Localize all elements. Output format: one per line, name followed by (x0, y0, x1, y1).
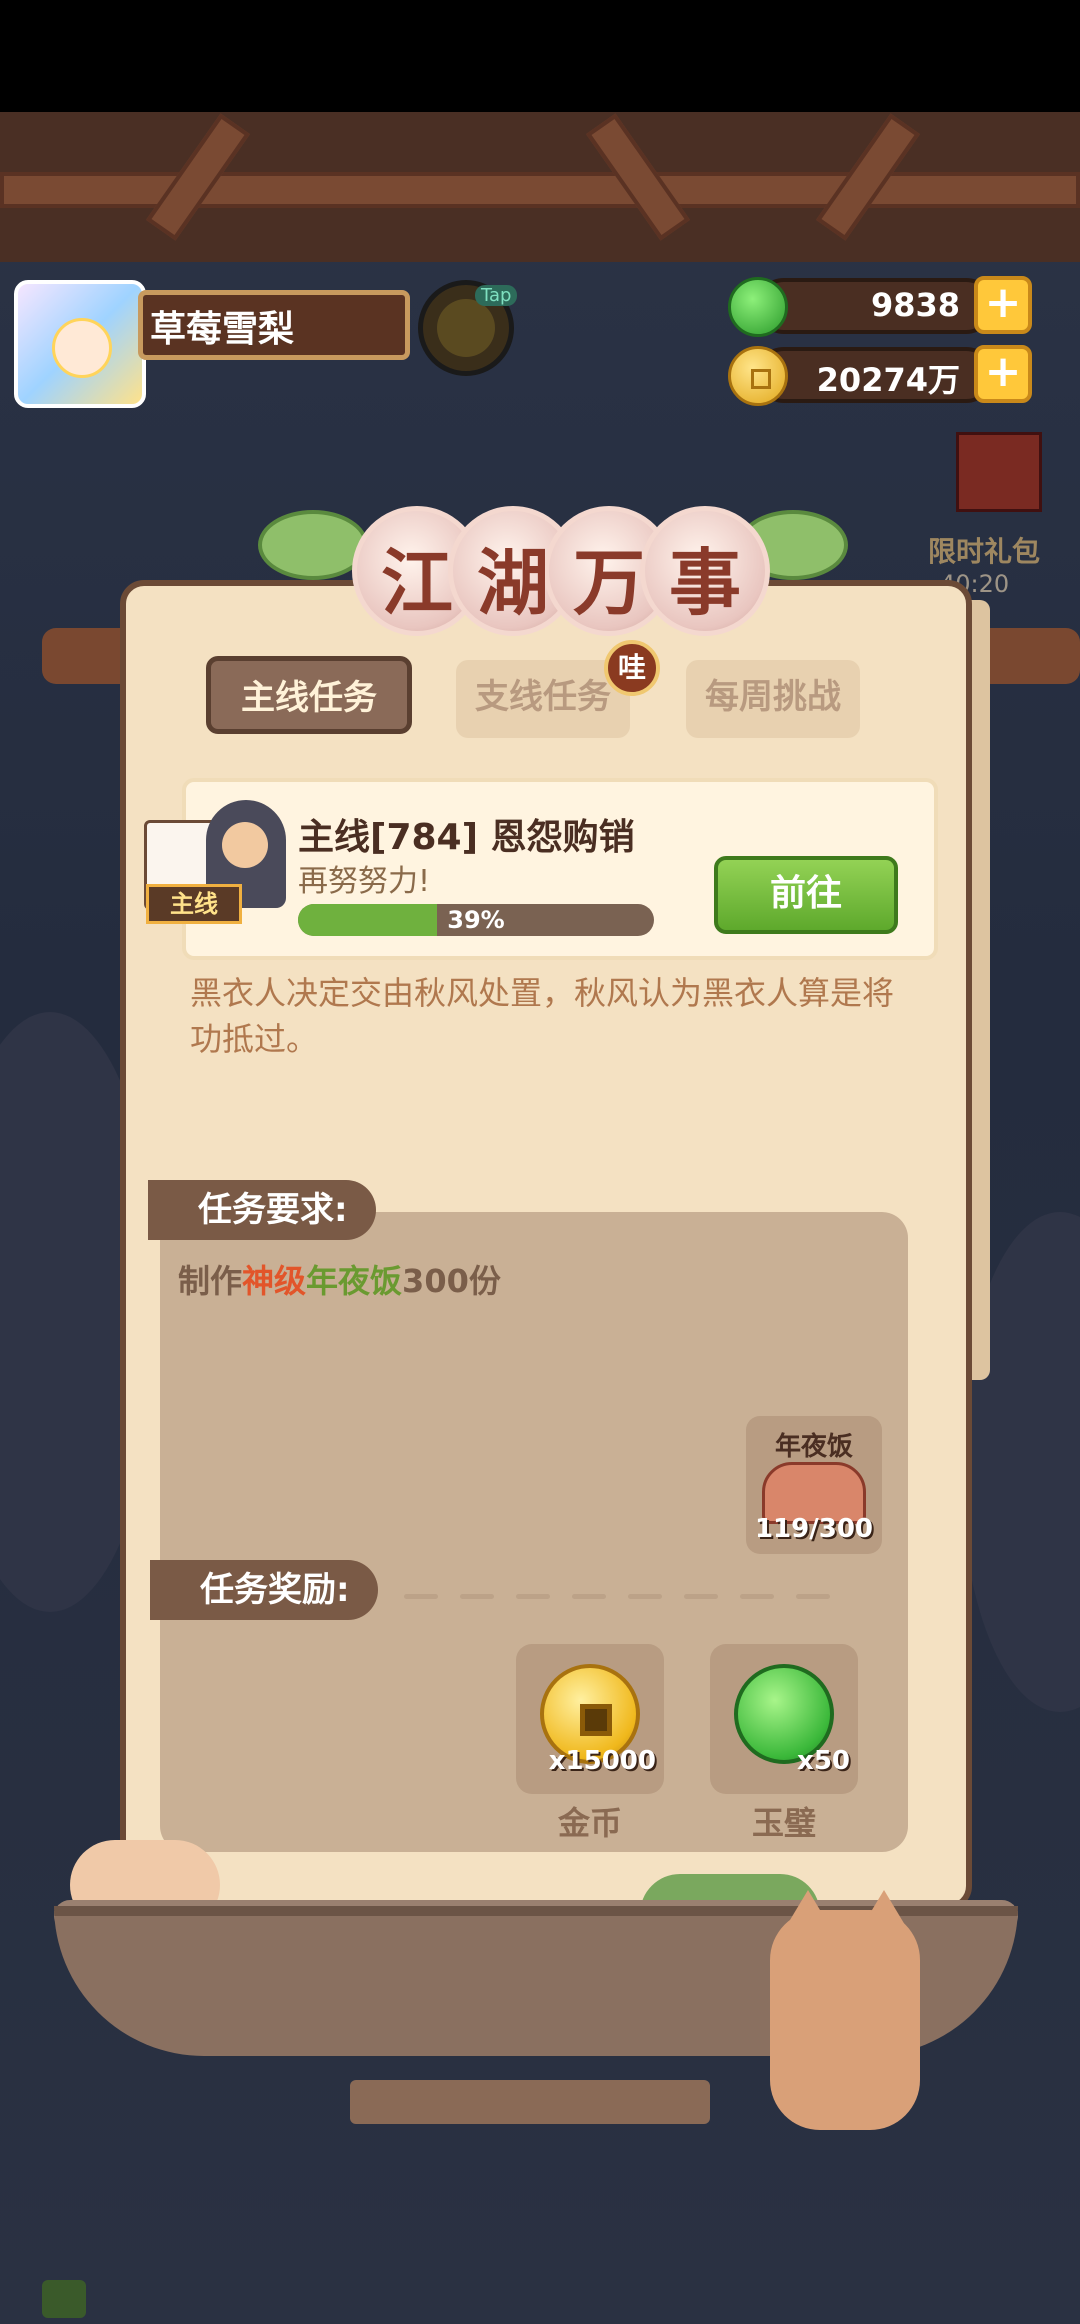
player-avatar[interactable] (14, 280, 146, 408)
gold-coin-icon (728, 346, 788, 406)
quest-progress-bar: 39% (298, 904, 654, 936)
bowl-base (350, 2080, 710, 2124)
tab-weekly-challenge[interactable]: 每周挑战 (686, 660, 860, 738)
avatar-face (52, 318, 112, 378)
reward-gold-amount: x15000 (548, 1746, 656, 1776)
title-char: 事 (668, 540, 741, 625)
required-item-slot[interactable]: 年夜饭 119/300 (746, 1416, 882, 1554)
hero-face (222, 822, 268, 868)
required-item-name: 年夜饭 (774, 1432, 853, 1462)
quest-progress-text: 39% (447, 906, 505, 934)
add-gold-button[interactable]: + (974, 345, 1032, 403)
tab-main-quest[interactable]: 主线任务 (206, 656, 412, 734)
divider-dash (572, 1594, 606, 1599)
divider-dash (628, 1594, 662, 1599)
tap-button-icon (437, 299, 495, 357)
req-quantity: 300份 (402, 1262, 501, 1300)
quest-subtitle: 再努努力! (298, 864, 431, 899)
new-badge: 哇 (604, 640, 660, 696)
jade-amount: 9838 (870, 286, 960, 324)
tap-label: Tap (475, 285, 518, 306)
player-name: 草莓雪梨 (150, 309, 295, 350)
reward-gold-name: 金币 (557, 1804, 622, 1842)
status-bar (0, 0, 1080, 112)
reward-jade-amount: x50 (797, 1746, 850, 1776)
panel-title: 江 湖 万 事 (258, 506, 822, 636)
tap-button[interactable]: Tap (418, 280, 518, 376)
add-jade-button[interactable]: + (974, 276, 1032, 334)
reward-heading: 任务奖励: (150, 1560, 378, 1620)
mainline-tag: 主线 (146, 884, 242, 924)
gift-box-icon (956, 432, 1042, 512)
divider-dash (460, 1594, 494, 1599)
req-verb: 制作 (178, 1262, 243, 1300)
cat-decoration (750, 1870, 930, 2130)
roof-beams (0, 112, 1080, 262)
req-item: 年夜饭 (306, 1262, 403, 1300)
divider-dash (516, 1594, 550, 1599)
req-quality: 神级 (242, 1262, 307, 1300)
reward-jade-slot[interactable]: x50 (710, 1644, 858, 1794)
divider-dash (740, 1594, 774, 1599)
cat-body (770, 1910, 920, 2130)
gold-amount: 20274万 (816, 361, 960, 399)
divider-dash (684, 1594, 718, 1599)
gift-label: 限时礼包 (928, 535, 1041, 568)
quest-title: 主线[784] 恩怨购销 (298, 817, 635, 858)
divider-dash (404, 1594, 438, 1599)
go-button[interactable]: 前往 (714, 856, 898, 934)
divider-dash (796, 1594, 830, 1599)
quest-description: 黑衣人决定交由秋风处置，秋风认为黑衣人算是将功抵过。 (190, 974, 895, 1058)
required-item-count: 119/300 (754, 1514, 874, 1544)
reward-jade-name: 玉璧 (751, 1804, 816, 1842)
requirement-text: 制作神级年夜饭300份 (178, 1256, 501, 1302)
jade-icon (728, 277, 788, 337)
requirement-heading: 任务要求: (148, 1180, 376, 1240)
menu-icon[interactable] (42, 2280, 86, 2318)
reward-gold-slot[interactable]: x15000 (516, 1644, 664, 1794)
